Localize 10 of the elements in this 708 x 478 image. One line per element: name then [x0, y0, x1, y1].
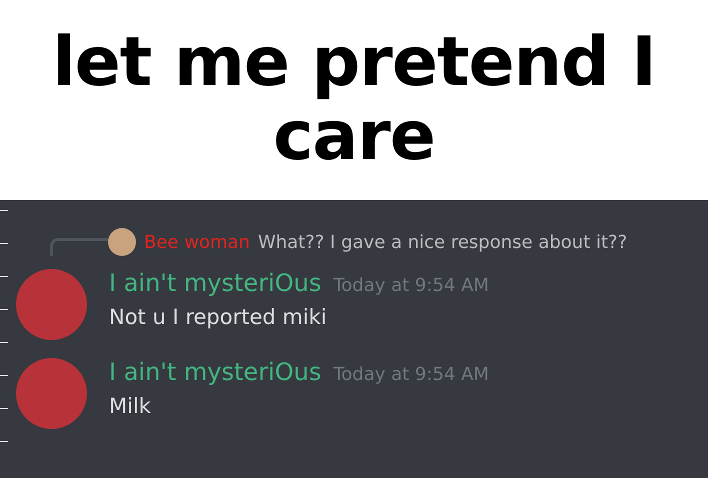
reply-author[interactable]: Bee woman — [144, 232, 250, 252]
reply-text[interactable]: What?? I gave a nice response about it?? — [258, 232, 628, 252]
timestamp: Today at 9:54 AM — [333, 364, 489, 385]
message-text: Not u I reported miki — [109, 305, 328, 329]
username[interactable]: I ain't mysteriOus — [109, 358, 322, 386]
avatar-icon — [108, 228, 136, 256]
message-text: Milk — [109, 394, 152, 418]
meme-caption: let me pretend I care — [51, 26, 657, 174]
timestamp: Today at 9:54 AM — [333, 275, 489, 296]
username[interactable]: I ain't mysteriOus — [109, 269, 322, 297]
